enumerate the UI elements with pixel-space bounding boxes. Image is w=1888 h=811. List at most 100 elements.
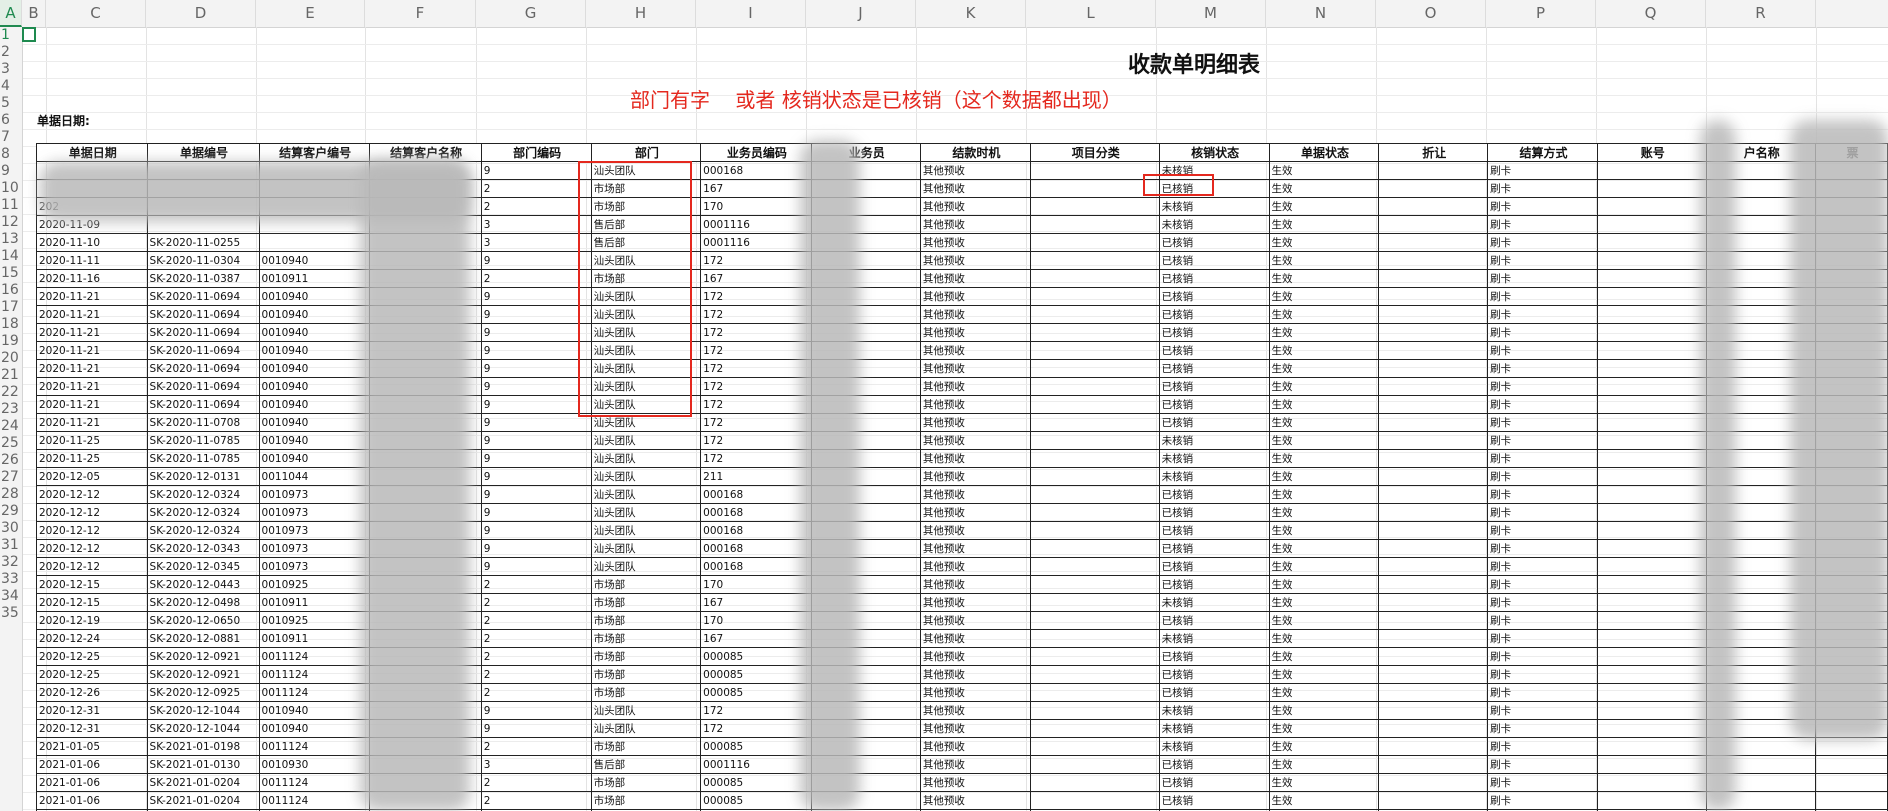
table-cell[interactable]: 已核销 bbox=[1158, 395, 1270, 414]
table-cell[interactable]: 9 bbox=[480, 359, 592, 378]
table-cell[interactable]: 已核销 bbox=[1158, 521, 1270, 540]
row-header-15[interactable]: 15 bbox=[0, 265, 22, 282]
table-cell[interactable]: 0010973 bbox=[258, 485, 370, 504]
table-cell[interactable]: 生效 bbox=[1268, 755, 1380, 774]
table-cell[interactable]: 已核销 bbox=[1158, 665, 1270, 684]
table-cell[interactable]: 2020-11-16 bbox=[36, 269, 148, 288]
table-cell[interactable] bbox=[1378, 251, 1489, 270]
table-cell[interactable]: 000085 bbox=[700, 773, 812, 792]
table-cell[interactable]: 刷卡 bbox=[1487, 719, 1598, 738]
table-cell[interactable]: 0011124 bbox=[258, 773, 370, 792]
table-cell[interactable]: 其他预收 bbox=[919, 485, 1031, 504]
table-cell[interactable]: 其他预收 bbox=[919, 557, 1031, 576]
table-cell[interactable]: SK-2020-12-0881 bbox=[146, 629, 260, 648]
table-cell[interactable]: 市场部 bbox=[590, 575, 702, 594]
table-cell[interactable]: 生效 bbox=[1268, 359, 1380, 378]
column-header-O[interactable]: O bbox=[1376, 0, 1486, 27]
table-cell[interactable]: 生效 bbox=[1268, 287, 1380, 306]
table-cell[interactable]: 2021-01-06 bbox=[36, 773, 148, 792]
row-header-1[interactable]: 1 bbox=[0, 27, 22, 44]
table-cell[interactable]: 2020-11-25 bbox=[36, 431, 148, 450]
table-cell[interactable]: 汕头团队 bbox=[590, 467, 702, 486]
table-cell[interactable]: 2020-12-12 bbox=[36, 521, 148, 540]
table-cell[interactable]: 生效 bbox=[1268, 305, 1380, 324]
table-cell[interactable] bbox=[1029, 521, 1160, 540]
table-cell[interactable]: 生效 bbox=[1268, 197, 1380, 216]
table-cell[interactable]: 0010911 bbox=[258, 593, 370, 612]
table-cell[interactable]: 167 bbox=[700, 629, 812, 648]
table-cell[interactable]: 211 bbox=[700, 467, 812, 486]
table-cell[interactable]: 生效 bbox=[1268, 773, 1380, 792]
table-cell[interactable]: 未核销 bbox=[1158, 629, 1270, 648]
table-cell[interactable] bbox=[1378, 413, 1489, 432]
table-cell[interactable]: 172 bbox=[700, 287, 812, 306]
table-cell[interactable]: 生效 bbox=[1268, 629, 1380, 648]
table-cell[interactable]: 2020-11-21 bbox=[36, 323, 148, 342]
table-cell[interactable] bbox=[1378, 647, 1489, 666]
table-cell[interactable]: 9 bbox=[480, 395, 592, 414]
table-cell[interactable]: 0010940 bbox=[258, 323, 370, 342]
table-cell[interactable] bbox=[1029, 629, 1160, 648]
table-cell[interactable] bbox=[1029, 269, 1160, 288]
table-cell[interactable]: SK-2020-11-0255 bbox=[146, 233, 260, 252]
column-header-B[interactable]: B bbox=[22, 0, 46, 27]
table-cell[interactable]: 刷卡 bbox=[1487, 701, 1598, 720]
table-cell[interactable] bbox=[1378, 359, 1489, 378]
table-cell[interactable] bbox=[1029, 251, 1160, 270]
table-cell[interactable] bbox=[1596, 647, 1707, 666]
table-cell[interactable]: SK-2020-11-0694 bbox=[146, 359, 260, 378]
table-cell[interactable]: SK-2020-11-0708 bbox=[146, 413, 260, 432]
table-cell[interactable]: 其他预收 bbox=[919, 575, 1031, 594]
table-cell[interactable]: 0010940 bbox=[258, 251, 370, 270]
table-cell[interactable]: 2020-11-21 bbox=[36, 377, 148, 396]
table-cell[interactable] bbox=[1378, 269, 1489, 288]
table-cell[interactable]: 生效 bbox=[1268, 161, 1380, 180]
table-cell[interactable]: 未核销 bbox=[1158, 449, 1270, 468]
table-cell[interactable]: 0011044 bbox=[258, 467, 370, 486]
table-cell[interactable]: 9 bbox=[480, 539, 592, 558]
table-cell[interactable]: 生效 bbox=[1268, 341, 1380, 360]
row-header-10[interactable]: 10 bbox=[0, 180, 22, 197]
table-cell[interactable] bbox=[1029, 431, 1160, 450]
table-cell[interactable]: 刷卡 bbox=[1487, 413, 1598, 432]
table-cell[interactable] bbox=[1596, 593, 1707, 612]
table-cell[interactable] bbox=[1029, 287, 1160, 306]
table-cell[interactable] bbox=[1378, 593, 1489, 612]
table-cell[interactable]: 未核销 bbox=[1158, 215, 1270, 234]
row-header-29[interactable]: 29 bbox=[0, 503, 22, 520]
table-cell[interactable]: 生效 bbox=[1268, 719, 1380, 738]
table-cell[interactable]: 其他预收 bbox=[919, 269, 1031, 288]
table-cell[interactable] bbox=[1596, 701, 1707, 720]
row-header-25[interactable]: 25 bbox=[0, 435, 22, 452]
table-cell[interactable]: 已核销 bbox=[1158, 323, 1270, 342]
table-cell[interactable]: 刷卡 bbox=[1487, 773, 1598, 792]
row-header-22[interactable]: 22 bbox=[0, 384, 22, 401]
table-cell[interactable] bbox=[1596, 575, 1707, 594]
table-cell[interactable]: 刷卡 bbox=[1487, 323, 1598, 342]
table-cell[interactable]: 售后部 bbox=[590, 755, 702, 774]
table-cell[interactable]: 汕头团队 bbox=[590, 557, 702, 576]
table-cell[interactable]: SK-2020-11-0694 bbox=[146, 377, 260, 396]
table-cell[interactable]: 9 bbox=[480, 413, 592, 432]
table-cell[interactable]: SK-2020-12-0343 bbox=[146, 539, 260, 558]
table-cell[interactable]: 167 bbox=[700, 269, 812, 288]
table-cell[interactable] bbox=[1029, 413, 1160, 432]
table-cell[interactable]: 其他预收 bbox=[919, 503, 1031, 522]
table-cell[interactable] bbox=[1029, 737, 1160, 756]
table-cell[interactable]: 2020-12-12 bbox=[36, 539, 148, 558]
row-header-6[interactable]: 6 bbox=[0, 112, 22, 129]
table-cell[interactable]: 2020-11-21 bbox=[36, 395, 148, 414]
row-header-13[interactable]: 13 bbox=[0, 231, 22, 248]
table-cell[interactable]: 0010940 bbox=[258, 341, 370, 360]
table-cell[interactable]: 已核销 bbox=[1158, 413, 1270, 432]
table-cell[interactable]: 其他预收 bbox=[919, 467, 1031, 486]
table-cell[interactable]: 172 bbox=[700, 449, 812, 468]
table-cell[interactable] bbox=[1596, 737, 1707, 756]
table-cell[interactable]: SK-2020-12-0921 bbox=[146, 665, 260, 684]
table-cell[interactable]: 未核销 bbox=[1158, 197, 1270, 216]
table-cell[interactable]: 0010973 bbox=[258, 503, 370, 522]
table-cell[interactable] bbox=[1596, 521, 1707, 540]
table-cell[interactable]: 其他预收 bbox=[919, 719, 1031, 738]
table-cell[interactable]: 2 bbox=[480, 611, 592, 630]
table-cell[interactable]: 2020-11-11 bbox=[36, 251, 148, 270]
